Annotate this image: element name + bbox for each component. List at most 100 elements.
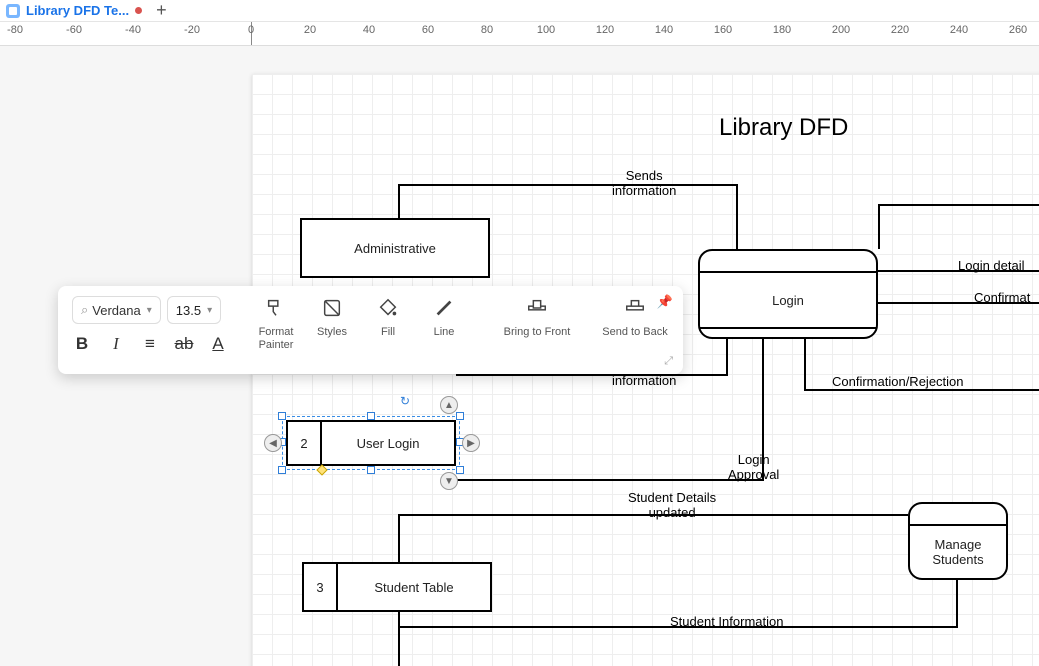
doc-icon <box>6 4 20 18</box>
ruler-tick-label: -40 <box>125 24 141 36</box>
format-painter-button[interactable]: Format Painter <box>252 296 300 352</box>
tool-label: Fill <box>381 326 395 339</box>
document-tab[interactable]: Library DFD Te... <box>6 3 142 18</box>
edge-label: Sends information <box>612 168 676 198</box>
edge <box>456 479 764 481</box>
edge-label: Confirmat <box>974 290 1030 305</box>
edge-label: Login Approval <box>728 452 779 482</box>
connector-up-button[interactable]: ▲ <box>440 396 458 414</box>
ruler-tick-label: 140 <box>655 24 673 36</box>
tool-label: Format Painter <box>259 326 294 352</box>
align-button[interactable]: ≡ <box>140 334 160 354</box>
horizontal-ruler: -80 -60 -40 -20 0 20 40 60 80 100 120 140 160 180 200 2… <box>0 22 1039 46</box>
edge <box>398 184 400 218</box>
node-label: Student Table <box>338 564 490 610</box>
ruler-tick-label: 260 <box>1009 24 1027 36</box>
edge <box>804 389 1039 391</box>
bold-button[interactable]: B <box>72 334 92 354</box>
chevron-down-icon: ▾ <box>207 305 212 316</box>
edge-label: Login detail <box>958 258 1025 273</box>
node-manage-students[interactable]: Manage Students <box>908 502 1008 580</box>
styles-icon <box>321 296 343 320</box>
ruler-tick-label: 220 <box>891 24 909 36</box>
fill-icon <box>377 296 399 320</box>
font-family-select[interactable]: ⌕ Verdana ▾ <box>72 296 161 324</box>
node-index: 3 <box>304 564 338 610</box>
selection-outline <box>282 416 460 470</box>
ruler-tick-label: -80 <box>7 24 23 36</box>
expand-icon[interactable]: ⤢ <box>664 355 673 368</box>
edge <box>956 580 958 628</box>
rotate-handle[interactable]: ↻ <box>400 394 412 406</box>
new-tab-button[interactable]: + <box>150 0 173 21</box>
search-icon: ⌕ <box>81 302 88 318</box>
font-name: Verdana <box>92 303 140 318</box>
edge <box>456 374 728 376</box>
send-to-back-icon <box>624 296 646 320</box>
resize-handle[interactable] <box>367 466 375 474</box>
edge-label: Student Information <box>670 614 783 629</box>
node-label: Login <box>700 273 876 327</box>
connector-right-button[interactable]: ▶ <box>462 434 480 452</box>
ruler-tick-label: 240 <box>950 24 968 36</box>
font-size-select[interactable]: 13.5 ▾ <box>167 296 221 324</box>
edge <box>398 612 400 666</box>
node-student-table[interactable]: 3 Student Table <box>302 562 492 612</box>
node-label: Administrative <box>302 220 488 276</box>
styles-button[interactable]: Styles <box>308 296 356 339</box>
format-painter-icon <box>265 296 287 320</box>
resize-handle[interactable] <box>456 466 464 474</box>
edge-label: Confirmation/Rejection <box>832 374 964 389</box>
resize-handle[interactable] <box>456 412 464 420</box>
resize-handle[interactable] <box>278 412 286 420</box>
edge <box>878 204 880 249</box>
format-toolbar: ⌕ Verdana ▾ 13.5 ▾ B I ≡ ab A <box>58 286 683 374</box>
strikethrough-button[interactable]: ab <box>174 334 194 354</box>
ruler-tick-label: 160 <box>714 24 732 36</box>
italic-button[interactable]: I <box>106 334 126 354</box>
resize-handle[interactable] <box>367 412 375 420</box>
line-icon <box>433 296 455 320</box>
tool-label: Send to Back <box>602 326 667 339</box>
fill-button[interactable]: Fill <box>364 296 412 339</box>
chevron-down-icon: ▾ <box>147 305 152 316</box>
resize-handle[interactable] <box>278 466 286 474</box>
ruler-tick-label: 0 <box>248 24 254 36</box>
font-color-button[interactable]: A <box>208 334 228 354</box>
canvas[interactable]: Library DFD Administrative 2 User Login … <box>0 46 1039 666</box>
edge <box>398 514 400 562</box>
ruler-tick-label: 80 <box>481 24 493 36</box>
unsaved-dot-icon <box>135 7 142 14</box>
tool-label: Line <box>434 326 455 339</box>
edge <box>726 339 728 374</box>
ruler-tick-label: 120 <box>596 24 614 36</box>
font-size: 13.5 <box>176 303 201 318</box>
tab-title: Library DFD Te... <box>26 3 129 18</box>
ruler-tick-label: -60 <box>66 24 82 36</box>
node-administrative[interactable]: Administrative <box>300 218 490 278</box>
tab-bar: Library DFD Te... + <box>0 0 1039 22</box>
edge-label: Student Details updated <box>628 490 716 520</box>
bring-to-front-button[interactable]: Bring to Front <box>492 296 582 339</box>
connector-left-button[interactable]: ◀ <box>264 434 282 452</box>
tool-label: Bring to Front <box>504 326 571 339</box>
pin-icon[interactable]: 📌 <box>657 294 673 310</box>
edge <box>804 339 806 389</box>
connector-down-button[interactable]: ▼ <box>440 472 458 490</box>
diagram-title: Library DFD <box>719 114 848 142</box>
ruler-tick-label: -20 <box>184 24 200 36</box>
node-label: Manage Students <box>910 526 1006 578</box>
ruler-tick-label: 200 <box>832 24 850 36</box>
bring-to-front-icon <box>526 296 548 320</box>
ruler-tick-label: 20 <box>304 24 316 36</box>
ruler-tick-label: 40 <box>363 24 375 36</box>
ruler-tick-label: 60 <box>422 24 434 36</box>
node-login[interactable]: Login <box>698 249 878 339</box>
line-button[interactable]: Line <box>420 296 468 339</box>
edge <box>878 204 1039 206</box>
ruler-tick-label: 100 <box>537 24 555 36</box>
edge <box>398 184 738 186</box>
edge <box>736 184 738 249</box>
tool-label: Styles <box>317 326 347 339</box>
ruler-tick-label: 180 <box>773 24 791 36</box>
